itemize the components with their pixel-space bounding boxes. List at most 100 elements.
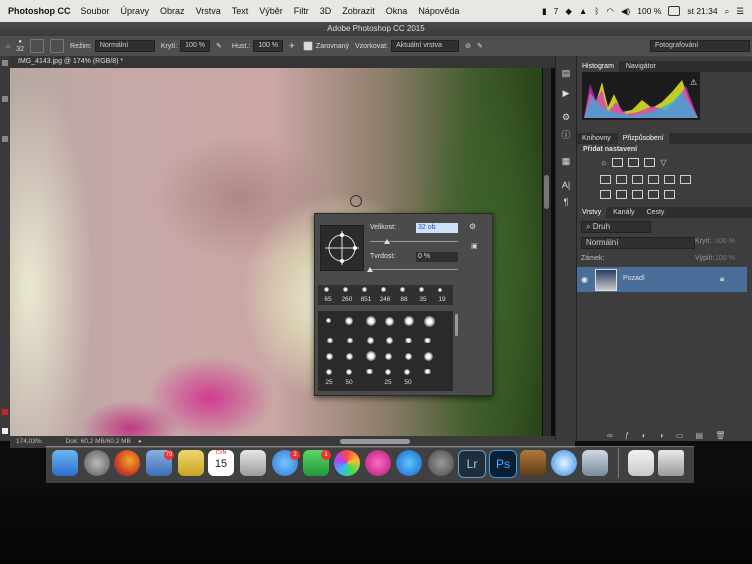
recent-brush-size[interactable]: 88 <box>396 296 412 303</box>
histogram-panel-icon[interactable]: ▤ <box>560 68 572 78</box>
brush-preset-picker[interactable]: ● 32 <box>16 39 24 53</box>
dock-calendar[interactable]: ČVN 15 <box>208 450 234 476</box>
dropbox-icon[interactable]: ◆ <box>565 6 572 17</box>
character-panel-icon[interactable]: A| <box>560 180 572 190</box>
dock-system-preferences[interactable] <box>428 450 454 476</box>
recent-brush-size[interactable]: 19 <box>434 296 450 303</box>
mode-select[interactable]: Normální <box>94 40 155 52</box>
menu-vyber[interactable]: Výběr <box>259 6 283 16</box>
vibrance-icon[interactable]: ▽ <box>660 158 666 167</box>
brush-angle-preview[interactable] <box>320 225 364 271</box>
document-size[interactable]: Dok: 60,2 MB/60,2 MB <box>43 438 130 445</box>
brush-size-field[interactable]: 32 ob <box>416 223 458 233</box>
dock-finder[interactable] <box>52 450 78 476</box>
recent-brush-size[interactable]: 35 <box>415 296 431 303</box>
color-lookup-icon[interactable] <box>680 175 691 184</box>
color-balance-icon[interactable] <box>616 175 627 184</box>
menu-3d[interactable]: 3D <box>320 6 332 16</box>
pressure-opacity-icon[interactable]: ✎ <box>216 42 222 50</box>
dock-script-editor[interactable] <box>520 450 546 476</box>
wifi-icon[interactable]: ◠ <box>606 6 613 17</box>
move-tool-icon[interactable] <box>2 60 8 66</box>
menu-napoveda[interactable]: Nápověda <box>418 6 459 16</box>
battery-level[interactable]: 100 % <box>637 6 661 16</box>
curves-icon[interactable] <box>628 158 640 167</box>
photo-filter-icon[interactable] <box>648 175 659 184</box>
menu-obraz[interactable]: Obraz <box>160 6 185 16</box>
dock-image-capture[interactable] <box>582 450 608 476</box>
vertical-scrollbar[interactable] <box>543 68 551 436</box>
menubar-app-icon[interactable]: ▮ <box>542 6 547 17</box>
levels-icon[interactable] <box>612 158 624 167</box>
selective-color-icon[interactable] <box>648 190 659 199</box>
recent-brush-size[interactable]: 246 <box>377 296 393 303</box>
menu-zobrazit[interactable]: Zobrazit <box>342 6 375 16</box>
tab-layers[interactable]: Vrstvy <box>577 207 607 218</box>
layer-name[interactable]: Pozadí <box>623 275 645 282</box>
recent-brush-size[interactable]: 260 <box>339 296 355 303</box>
dock-photos[interactable] <box>334 450 360 476</box>
airbrush-icon[interactable]: ✈ <box>289 42 295 50</box>
app-menu[interactable]: Photoshop CC <box>8 6 71 16</box>
drive-icon[interactable]: ▲ <box>579 6 587 16</box>
threshold-icon[interactable] <box>632 190 643 199</box>
menu-filtr[interactable]: Filtr <box>294 6 309 16</box>
dock-safari[interactable] <box>551 450 577 476</box>
brush-hardness-field[interactable]: 0 % <box>416 252 458 262</box>
clone-source-panel-icon[interactable]: ▦ <box>560 156 572 166</box>
dock-photos-app[interactable] <box>240 450 266 476</box>
exposure-icon[interactable] <box>644 158 656 167</box>
menubar-clock[interactable]: st 21:34 <box>687 6 717 16</box>
dock-documents-stack[interactable] <box>628 450 654 476</box>
invert-icon[interactable] <box>600 190 611 199</box>
tab-navigator[interactable]: Navigátor <box>621 61 661 72</box>
document-tab[interactable]: IMG_4143.jpg @ 174% (RGB/8) * <box>10 56 575 68</box>
volume-icon[interactable]: ◀) <box>621 6 630 17</box>
notification-center-icon[interactable]: ☰ <box>736 6 744 17</box>
dock-launchpad[interactable] <box>84 450 110 476</box>
lasso-tool-icon[interactable] <box>2 136 8 142</box>
black-white-icon[interactable] <box>632 175 643 184</box>
tab-channels[interactable]: Kanály <box>608 207 639 218</box>
bluetooth-icon[interactable]: ᛒ <box>594 6 599 16</box>
brightness-icon[interactable]: ☼ <box>600 158 607 167</box>
background-color-swatch[interactable] <box>2 428 8 434</box>
layer-row[interactable]: ◉ Pozadí 🔒︎ <box>577 267 747 292</box>
tab-paths[interactable]: Cesty <box>642 207 670 218</box>
size-slider-handle[interactable] <box>383 239 390 244</box>
menu-okna[interactable]: Okna <box>386 6 408 16</box>
ignore-adjustment-icon[interactable]: ⊘ <box>465 42 471 50</box>
dock-itunes[interactable] <box>365 450 391 476</box>
notification-count[interactable]: 7 <box>554 6 559 16</box>
toggle-brush-panel-icon[interactable] <box>30 39 45 53</box>
pressure-size-icon[interactable]: ✎ <box>477 42 483 50</box>
vertical-scroll-thumb[interactable] <box>544 175 549 209</box>
layers-footer-icons[interactable]: ∞ ƒ ◐ ◑ ▭ ▤ 🗑 <box>607 431 730 440</box>
flow-field[interactable]: 100 % <box>253 40 284 52</box>
home-icon[interactable]: ⌂ <box>6 43 10 50</box>
spotlight-icon[interactable]: ⌕ <box>725 6 730 17</box>
menu-text[interactable]: Text <box>232 6 249 16</box>
posterize-icon[interactable] <box>616 190 627 199</box>
gear-icon[interactable]: ⚙ <box>469 222 476 231</box>
menu-upravy[interactable]: Úpravy <box>121 6 150 16</box>
presets-scroll-thumb[interactable] <box>455 314 458 336</box>
layer-opacity-value[interactable]: 100 % <box>715 238 735 245</box>
dock-lightroom[interactable]: Lr <box>458 450 486 478</box>
new-preset-icon[interactable]: ▣ <box>471 242 478 250</box>
dock-trash[interactable] <box>658 450 684 476</box>
opacity-field[interactable]: 100 % <box>180 40 211 52</box>
dock-notes[interactable] <box>178 450 204 476</box>
layer-filter-kind-select[interactable]: ⌕ Druh <box>581 221 651 233</box>
sample-select[interactable]: Aktuální vrstva <box>391 40 460 52</box>
fill-value[interactable]: 100 % <box>715 255 735 262</box>
recent-brush-size[interactable]: 851 <box>358 296 374 303</box>
channel-mixer-icon[interactable] <box>664 175 675 184</box>
aligned-checkbox[interactable] <box>302 41 313 51</box>
dock-app-store[interactable] <box>396 450 422 476</box>
dock-firefox[interactable] <box>114 450 140 476</box>
dock-photoshop[interactable]: Ps <box>489 450 517 478</box>
brush-settings-panel-icon[interactable]: ⚙ <box>560 112 572 122</box>
menu-vrstva[interactable]: Vrstva <box>196 6 221 16</box>
actions-panel-icon[interactable]: ▶ <box>560 88 572 98</box>
